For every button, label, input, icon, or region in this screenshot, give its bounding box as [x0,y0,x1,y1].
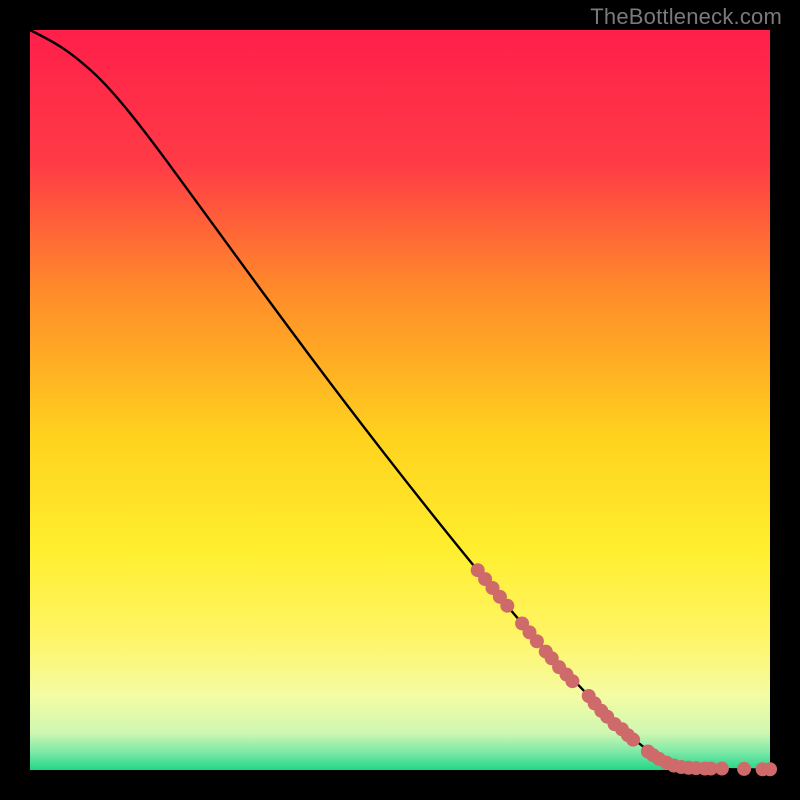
chart-svg [0,0,800,800]
plot-background [30,30,770,770]
data-marker [565,674,579,688]
data-marker [626,733,640,747]
data-marker [763,762,777,776]
chart-stage: TheBottleneck.com [0,0,800,800]
data-marker [715,762,729,776]
data-marker [500,599,514,613]
data-marker [737,762,751,776]
